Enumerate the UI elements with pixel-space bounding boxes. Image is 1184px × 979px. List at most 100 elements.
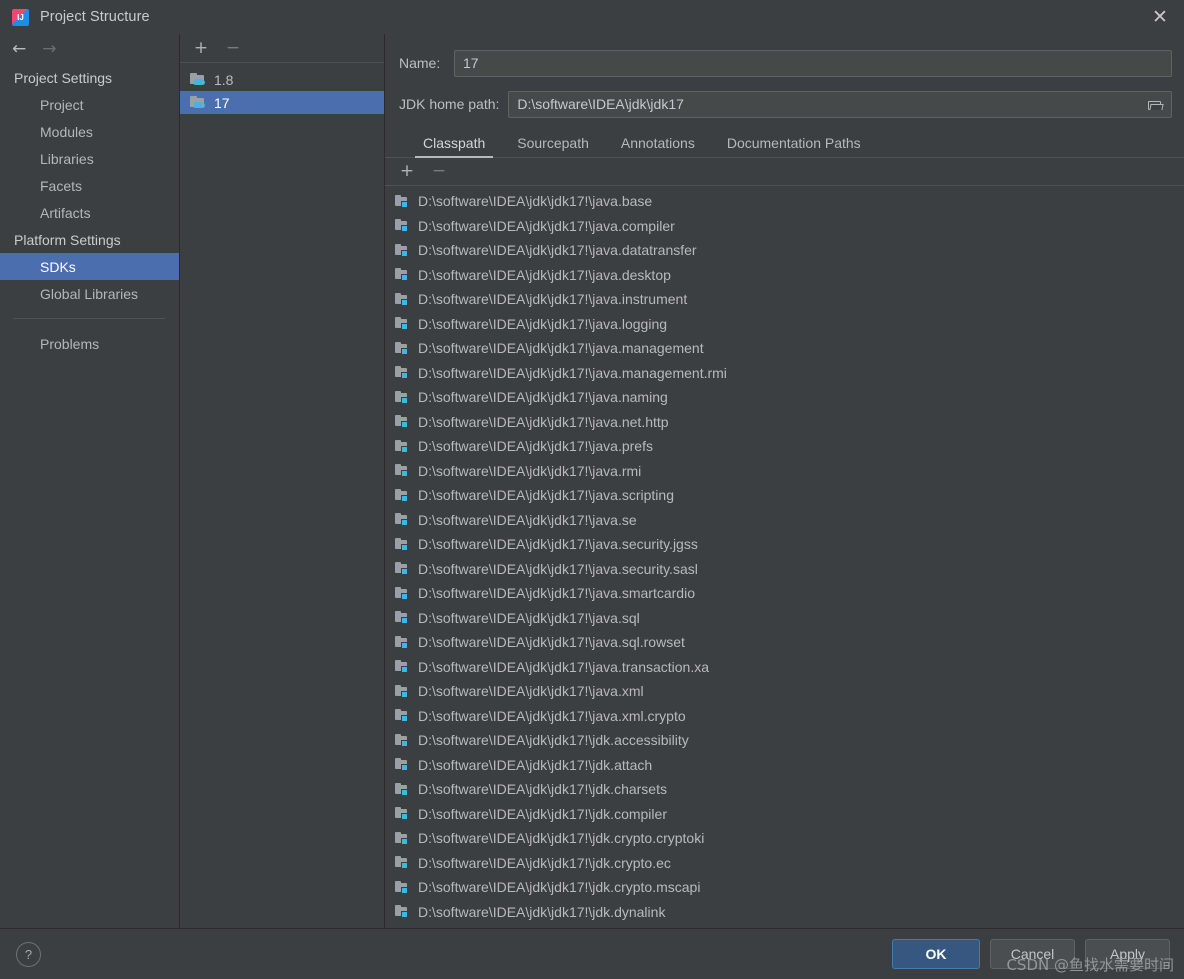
classpath-row[interactable]: D:\software\IDEA\jdk\jdk17!\java.rmi <box>385 459 1184 484</box>
classpath-row[interactable]: D:\software\IDEA\jdk\jdk17!\jdk.crypto.m… <box>385 875 1184 900</box>
module-folder-icon <box>395 537 411 552</box>
page-title: Project Structure <box>40 9 150 25</box>
back-arrow-icon[interactable]: ← <box>12 40 26 58</box>
classpath-row[interactable]: D:\software\IDEA\jdk\jdk17!\java.scripti… <box>385 483 1184 508</box>
classpath-row-label: D:\software\IDEA\jdk\jdk17!\java.managem… <box>418 364 727 381</box>
module-folder-icon <box>395 782 411 797</box>
name-row: Name: 17 <box>385 34 1184 82</box>
module-folder-icon <box>395 708 411 723</box>
classpath-row-label: D:\software\IDEA\jdk\jdk17!\jdk.charsets <box>418 781 667 798</box>
module-folder-icon <box>395 635 411 650</box>
sidebar-item-facets[interactable]: Facets <box>0 172 179 199</box>
classpath-row[interactable]: D:\software\IDEA\jdk\jdk17!\java.naming <box>385 385 1184 410</box>
tab-classpath[interactable]: Classpath <box>407 135 501 158</box>
classpath-row[interactable]: D:\software\IDEA\jdk\jdk17!\java.transac… <box>385 655 1184 680</box>
module-folder-icon <box>395 904 411 919</box>
classpath-row[interactable]: D:\software\IDEA\jdk\jdk17!\java.instrum… <box>385 287 1184 312</box>
sidebar-divider <box>14 318 165 319</box>
sidebar-group-platform-settings: Platform Settings <box>14 231 121 248</box>
cancel-button[interactable]: Cancel <box>990 939 1075 969</box>
sdk-toolbar: + − <box>180 34 384 63</box>
module-folder-icon <box>395 365 411 380</box>
jdk-folder-icon <box>190 95 206 110</box>
classpath-row[interactable]: D:\software\IDEA\jdk\jdk17!\java.securit… <box>385 532 1184 557</box>
browse-folder-icon[interactable] <box>1141 92 1169 117</box>
sdk-list-item-1-8[interactable]: 1.8 <box>180 68 384 91</box>
classpath-row[interactable]: D:\software\IDEA\jdk\jdk17!\java.sql <box>385 606 1184 631</box>
close-icon[interactable]: ✕ <box>1136 0 1184 34</box>
classpath-row[interactable]: D:\software\IDEA\jdk\jdk17!\jdk.attach <box>385 753 1184 778</box>
classpath-row[interactable]: D:\software\IDEA\jdk\jdk17!\jdk.accessib… <box>385 728 1184 753</box>
module-folder-icon <box>395 414 411 429</box>
tab-sourcepath[interactable]: Sourcepath <box>501 135 605 157</box>
classpath-row-label: D:\software\IDEA\jdk\jdk17!\java.datatra… <box>418 242 697 259</box>
add-classpath-button[interactable]: + <box>399 163 415 180</box>
window-title-bar: Project Structure ✕ <box>0 0 1184 34</box>
classpath-row[interactable]: D:\software\IDEA\jdk\jdk17!\java.se <box>385 508 1184 533</box>
sidebar-item-artifacts[interactable]: Artifacts <box>0 199 179 226</box>
module-folder-icon <box>395 243 411 258</box>
sdk-list-item-17[interactable]: 17 <box>180 91 384 114</box>
classpath-list[interactable]: D:\software\IDEA\jdk\jdk17!\java.base D:\… <box>385 186 1184 928</box>
module-folder-icon <box>395 855 411 870</box>
classpath-row-label: D:\software\IDEA\jdk\jdk17!\java.desktop <box>418 266 671 283</box>
classpath-row[interactable]: D:\software\IDEA\jdk\jdk17!\java.sql.row… <box>385 630 1184 655</box>
apply-button[interactable]: Apply <box>1085 939 1170 969</box>
classpath-row[interactable]: D:\software\IDEA\jdk\jdk17!\jdk.crypto.e… <box>385 851 1184 876</box>
module-folder-icon <box>395 831 411 846</box>
classpath-row-label: D:\software\IDEA\jdk\jdk17!\java.smartca… <box>418 585 695 602</box>
classpath-row[interactable]: D:\software\IDEA\jdk\jdk17!\java.base <box>385 189 1184 214</box>
classpath-row[interactable]: D:\software\IDEA\jdk\jdk17!\jdk.dynalink <box>385 900 1184 925</box>
classpath-row[interactable]: D:\software\IDEA\jdk\jdk17!\jdk.charsets <box>385 777 1184 802</box>
classpath-row[interactable]: D:\software\IDEA\jdk\jdk17!\java.net.htt… <box>385 410 1184 435</box>
module-folder-icon <box>395 439 411 454</box>
module-folder-icon <box>395 880 411 895</box>
classpath-row[interactable]: D:\software\IDEA\jdk\jdk17!\java.managem… <box>385 361 1184 386</box>
sdk-list-item-label: 1.8 <box>214 71 234 88</box>
classpath-row[interactable]: D:\software\IDEA\jdk\jdk17!\jdk.compiler <box>385 802 1184 827</box>
module-folder-icon <box>395 684 411 699</box>
classpath-row[interactable]: D:\software\IDEA\jdk\jdk17!\java.logging <box>385 312 1184 337</box>
tab-annotations[interactable]: Annotations <box>605 135 711 157</box>
help-icon[interactable]: ? <box>16 941 41 967</box>
classpath-row[interactable]: D:\software\IDEA\jdk\jdk17!\jdk.crypto.c… <box>385 826 1184 851</box>
classpath-row-label: D:\software\IDEA\jdk\jdk17!\java.net.htt… <box>418 413 669 430</box>
name-input[interactable]: 17 <box>454 49 1172 77</box>
remove-classpath-button[interactable]: − <box>431 163 447 180</box>
classpath-row-label: D:\software\IDEA\jdk\jdk17!\java.naming <box>418 389 668 406</box>
sidebar-item-sdks[interactable]: SDKs <box>0 253 179 280</box>
forward-arrow-icon[interactable]: → <box>42 40 56 58</box>
classpath-row[interactable]: D:\software\IDEA\jdk\jdk17!\java.prefs <box>385 434 1184 459</box>
classpath-row[interactable]: D:\software\IDEA\jdk\jdk17!\java.xml.cry… <box>385 704 1184 729</box>
classpath-row[interactable]: D:\software\IDEA\jdk\jdk17!\java.datatra… <box>385 238 1184 263</box>
classpath-row[interactable]: D:\software\IDEA\jdk\jdk17!\java.compile… <box>385 214 1184 239</box>
sidebar-item-problems[interactable]: Problems <box>0 330 179 357</box>
classpath-row[interactable]: D:\software\IDEA\jdk\jdk17!\java.securit… <box>385 557 1184 582</box>
tab-documentation-paths[interactable]: Documentation Paths <box>711 135 877 157</box>
classpath-row-label: D:\software\IDEA\jdk\jdk17!\java.se <box>418 511 637 528</box>
intellij-idea-logo-icon <box>12 8 29 26</box>
sidebar-item-modules[interactable]: Modules <box>0 118 179 145</box>
classpath-row[interactable]: D:\software\IDEA\jdk\jdk17!\java.managem… <box>385 336 1184 361</box>
dialog-body: ← → Project Settings Project Modules Lib… <box>0 34 1184 928</box>
ok-button[interactable]: OK <box>892 939 980 969</box>
sdk-list: 1.8 17 <box>180 63 384 114</box>
classpath-row-label: D:\software\IDEA\jdk\jdk17!\jdk.compiler <box>418 805 667 822</box>
add-sdk-button[interactable]: + <box>193 39 209 57</box>
sidebar-item-libraries[interactable]: Libraries <box>0 145 179 172</box>
classpath-row[interactable]: D:\software\IDEA\jdk\jdk17!\java.desktop <box>385 263 1184 288</box>
sidebar-item-global-libraries[interactable]: Global Libraries <box>0 280 179 307</box>
classpath-row-label: D:\software\IDEA\jdk\jdk17!\java.securit… <box>418 560 698 577</box>
classpath-row[interactable]: D:\software\IDEA\jdk\jdk17!\java.smartca… <box>385 581 1184 606</box>
sidebar: ← → Project Settings Project Modules Lib… <box>0 34 180 928</box>
jdk-home-path-input[interactable]: D:\software\IDEA\jdk\jdk17 <box>508 90 1172 118</box>
classpath-row-label: D:\software\IDEA\jdk\jdk17!\jdk.accessib… <box>418 732 689 749</box>
module-folder-icon <box>395 610 411 625</box>
module-folder-icon <box>395 390 411 405</box>
sdk-detail-panel: Name: 17 JDK home path: D:\software\IDEA… <box>385 34 1184 928</box>
remove-sdk-button[interactable]: − <box>225 39 241 57</box>
module-folder-icon <box>395 806 411 821</box>
module-folder-icon <box>395 267 411 282</box>
sidebar-item-project[interactable]: Project <box>0 91 179 118</box>
classpath-row[interactable]: D:\software\IDEA\jdk\jdk17!\java.xml <box>385 679 1184 704</box>
